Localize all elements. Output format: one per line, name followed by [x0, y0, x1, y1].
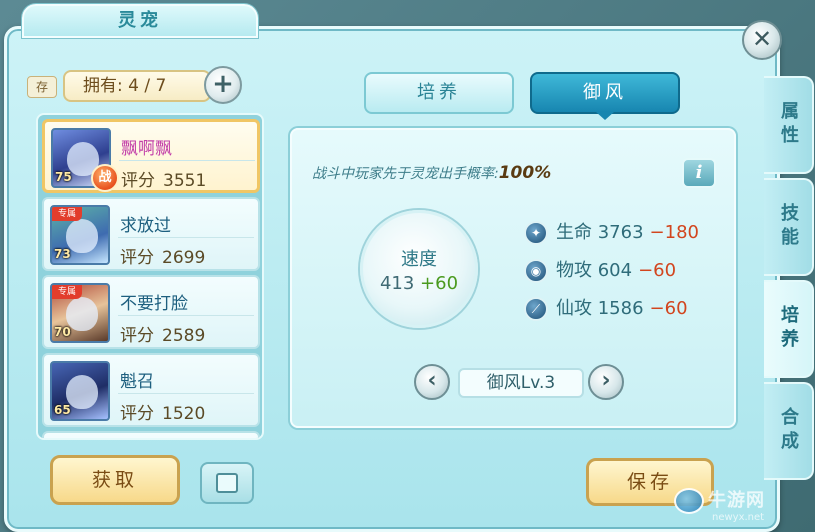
exclusive-badge: 专属 — [52, 285, 82, 299]
pet-avatar: 65 — [50, 361, 110, 421]
pet-level: 70 — [54, 325, 71, 339]
get-button[interactable]: 获取 — [50, 455, 180, 505]
pet-avatar: 专属 70 — [50, 283, 110, 343]
scroll-icon — [216, 473, 238, 493]
pet-row[interactable]: 65 魁召 评分 1520 — [42, 353, 260, 427]
watermark-logo-icon — [674, 488, 704, 514]
info-button[interactable]: i — [682, 158, 716, 188]
row-divider — [119, 160, 255, 161]
pet-level: 73 — [54, 247, 71, 261]
pet-name: 求放过 — [120, 216, 171, 236]
tab-wind[interactable]: 御风 — [530, 72, 680, 114]
life-icon: ✦ — [524, 221, 548, 245]
pet-name: 不要打脸 — [120, 294, 188, 314]
speed-value: 413 +60 — [379, 273, 459, 294]
pet-row[interactable] — [42, 431, 260, 438]
first-strike-probability: 100% — [498, 163, 552, 183]
magic-attack-icon: ⟋ — [524, 297, 548, 321]
side-tab-attributes[interactable]: 属性 — [764, 76, 814, 174]
battle-badge: 战 — [91, 164, 119, 192]
active-tab-pointer — [596, 112, 614, 120]
pet-level: 65 — [54, 403, 71, 417]
scroll-button[interactable] — [200, 462, 254, 504]
row-divider — [118, 237, 254, 238]
pet-name: 魁召 — [120, 372, 154, 392]
pet-score: 评分 2589 — [120, 326, 206, 346]
watermark-url: newyx.net — [712, 512, 765, 523]
wind-content: 战斗中玩家先于灵宠出手概率:100% i 速度 413 +60 ✦ 生命 376… — [290, 128, 736, 428]
speed-display: 速度 413 +60 — [360, 210, 478, 328]
wind-level: 御风Lv.3 — [458, 368, 584, 398]
speed-bonus: +60 — [420, 273, 459, 294]
pet-list[interactable]: 75 战 飘啊飘 评分 3551 专属 73 求放过 评分 2699 专属 70 不… — [36, 113, 264, 440]
pet-score: 评分 3551 — [121, 171, 207, 191]
pet-row[interactable]: 专属 73 求放过 评分 2699 — [42, 197, 260, 271]
close-button[interactable]: ✕ — [742, 20, 782, 60]
pet-avatar: 专属 73 — [50, 205, 110, 265]
exclusive-badge: 专属 — [52, 207, 82, 221]
side-tab-cultivate[interactable]: 培养 — [764, 280, 814, 378]
watermark-text: 牛游网 — [708, 490, 765, 511]
add-slot-button[interactable]: + — [204, 66, 242, 104]
speed-label: 速度 — [401, 249, 437, 270]
pet-name: 飘啊飘 — [121, 139, 172, 159]
pet-row[interactable]: 75 战 飘啊飘 评分 3551 — [42, 119, 260, 193]
row-divider — [118, 315, 254, 316]
first-strike-description: 战斗中玩家先于灵宠出手概率:100% — [312, 163, 552, 183]
pet-level: 75 — [55, 170, 72, 184]
tab-cultivate[interactable]: 培养 — [364, 72, 514, 114]
store-badge[interactable]: 存 — [27, 76, 57, 98]
pet-score: 评分 1520 — [120, 404, 206, 424]
owned-count: 拥有: 4 / 7 — [63, 70, 211, 102]
window-title: 灵宠 — [22, 4, 258, 38]
pet-row[interactable]: 专属 70 不要打脸 评分 2589 — [42, 275, 260, 349]
side-tab-combine[interactable]: 合成 — [764, 382, 814, 480]
side-tab-skills[interactable]: 技能 — [764, 178, 814, 276]
prev-level-button[interactable]: ‹ — [414, 364, 450, 400]
next-level-button[interactable]: › — [588, 364, 624, 400]
physical-attack-icon: ◉ — [524, 259, 548, 283]
pet-score: 评分 2699 — [120, 248, 206, 268]
row-divider — [118, 393, 254, 394]
